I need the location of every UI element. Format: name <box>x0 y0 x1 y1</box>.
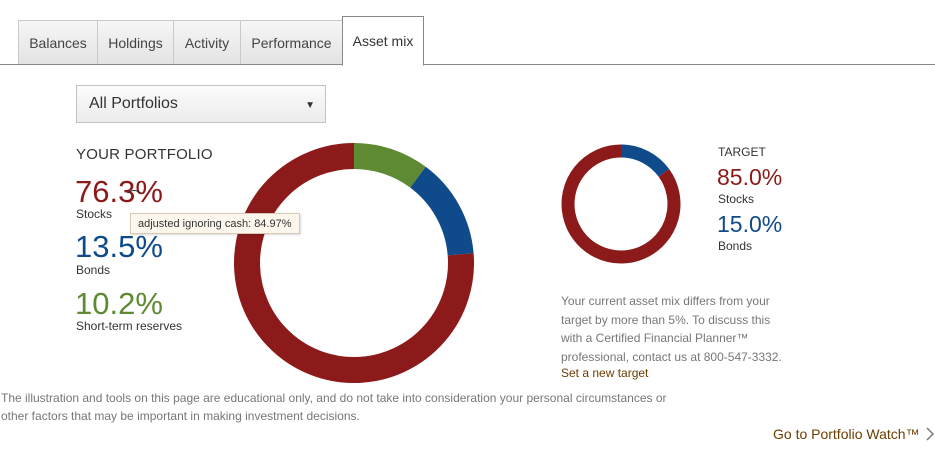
target-bonds-percent: 15.0% <box>717 211 783 237</box>
tab-performance[interactable]: Performance <box>240 20 343 64</box>
bonds-percent[interactable]: 13.5% <box>75 231 163 262</box>
chevron-right-icon <box>926 427 934 441</box>
portfolio-watch-link[interactable]: Go to Portfolio Watch™ <box>773 426 934 442</box>
stocks-label: Stocks <box>76 207 113 221</box>
stocks-tooltip: adjusted ignoring cash: 84.97% <box>130 213 300 234</box>
portfolio-donut-chart[interactable] <box>234 143 474 383</box>
portfolio-select-value: All Portfolios <box>89 95 178 112</box>
tab-balances[interactable]: Balances <box>18 20 98 64</box>
tab-activity[interactable]: Activity <box>173 20 241 64</box>
portfolio-reserves-segment[interactable] <box>353 143 426 188</box>
tab-asset-mix[interactable]: Asset mix <box>342 16 424 66</box>
target-difference-note: Your current asset mix differs from your… <box>561 294 782 364</box>
target-stocks-label: Stocks <box>718 192 755 206</box>
disclaimer-text: The illustration and tools on this page … <box>1 391 667 423</box>
caret-down-icon: ▼ <box>305 100 315 111</box>
reserves-label: Short-term reserves <box>76 319 183 333</box>
mouse-cursor-icon: ⌒ <box>127 189 141 205</box>
target-bonds-label: Bonds <box>718 239 753 253</box>
stocks-percent[interactable]: 76.3% <box>75 176 163 207</box>
target-donut-chart[interactable] <box>561 144 681 264</box>
portfolio-bonds-segment[interactable] <box>409 166 474 256</box>
set-new-target-link[interactable]: Set a new target <box>561 366 648 380</box>
reserves-percent[interactable]: 10.2% <box>75 288 163 319</box>
tab-bar: Balances Holdings Activity Performance A… <box>0 0 935 66</box>
portfolio-watch-label: Go to Portfolio Watch™ <box>773 426 920 442</box>
target-stocks-percent: 85.0% <box>717 164 783 190</box>
target-title: TARGET <box>718 145 766 159</box>
portfolio-title: YOUR PORTFOLIO <box>76 146 213 163</box>
bonds-label: Bonds <box>76 263 111 277</box>
target-bonds-segment[interactable] <box>620 144 670 177</box>
tab-holdings[interactable]: Holdings <box>97 20 174 64</box>
portfolio-select[interactable]: All Portfolios ▼ <box>76 85 326 123</box>
